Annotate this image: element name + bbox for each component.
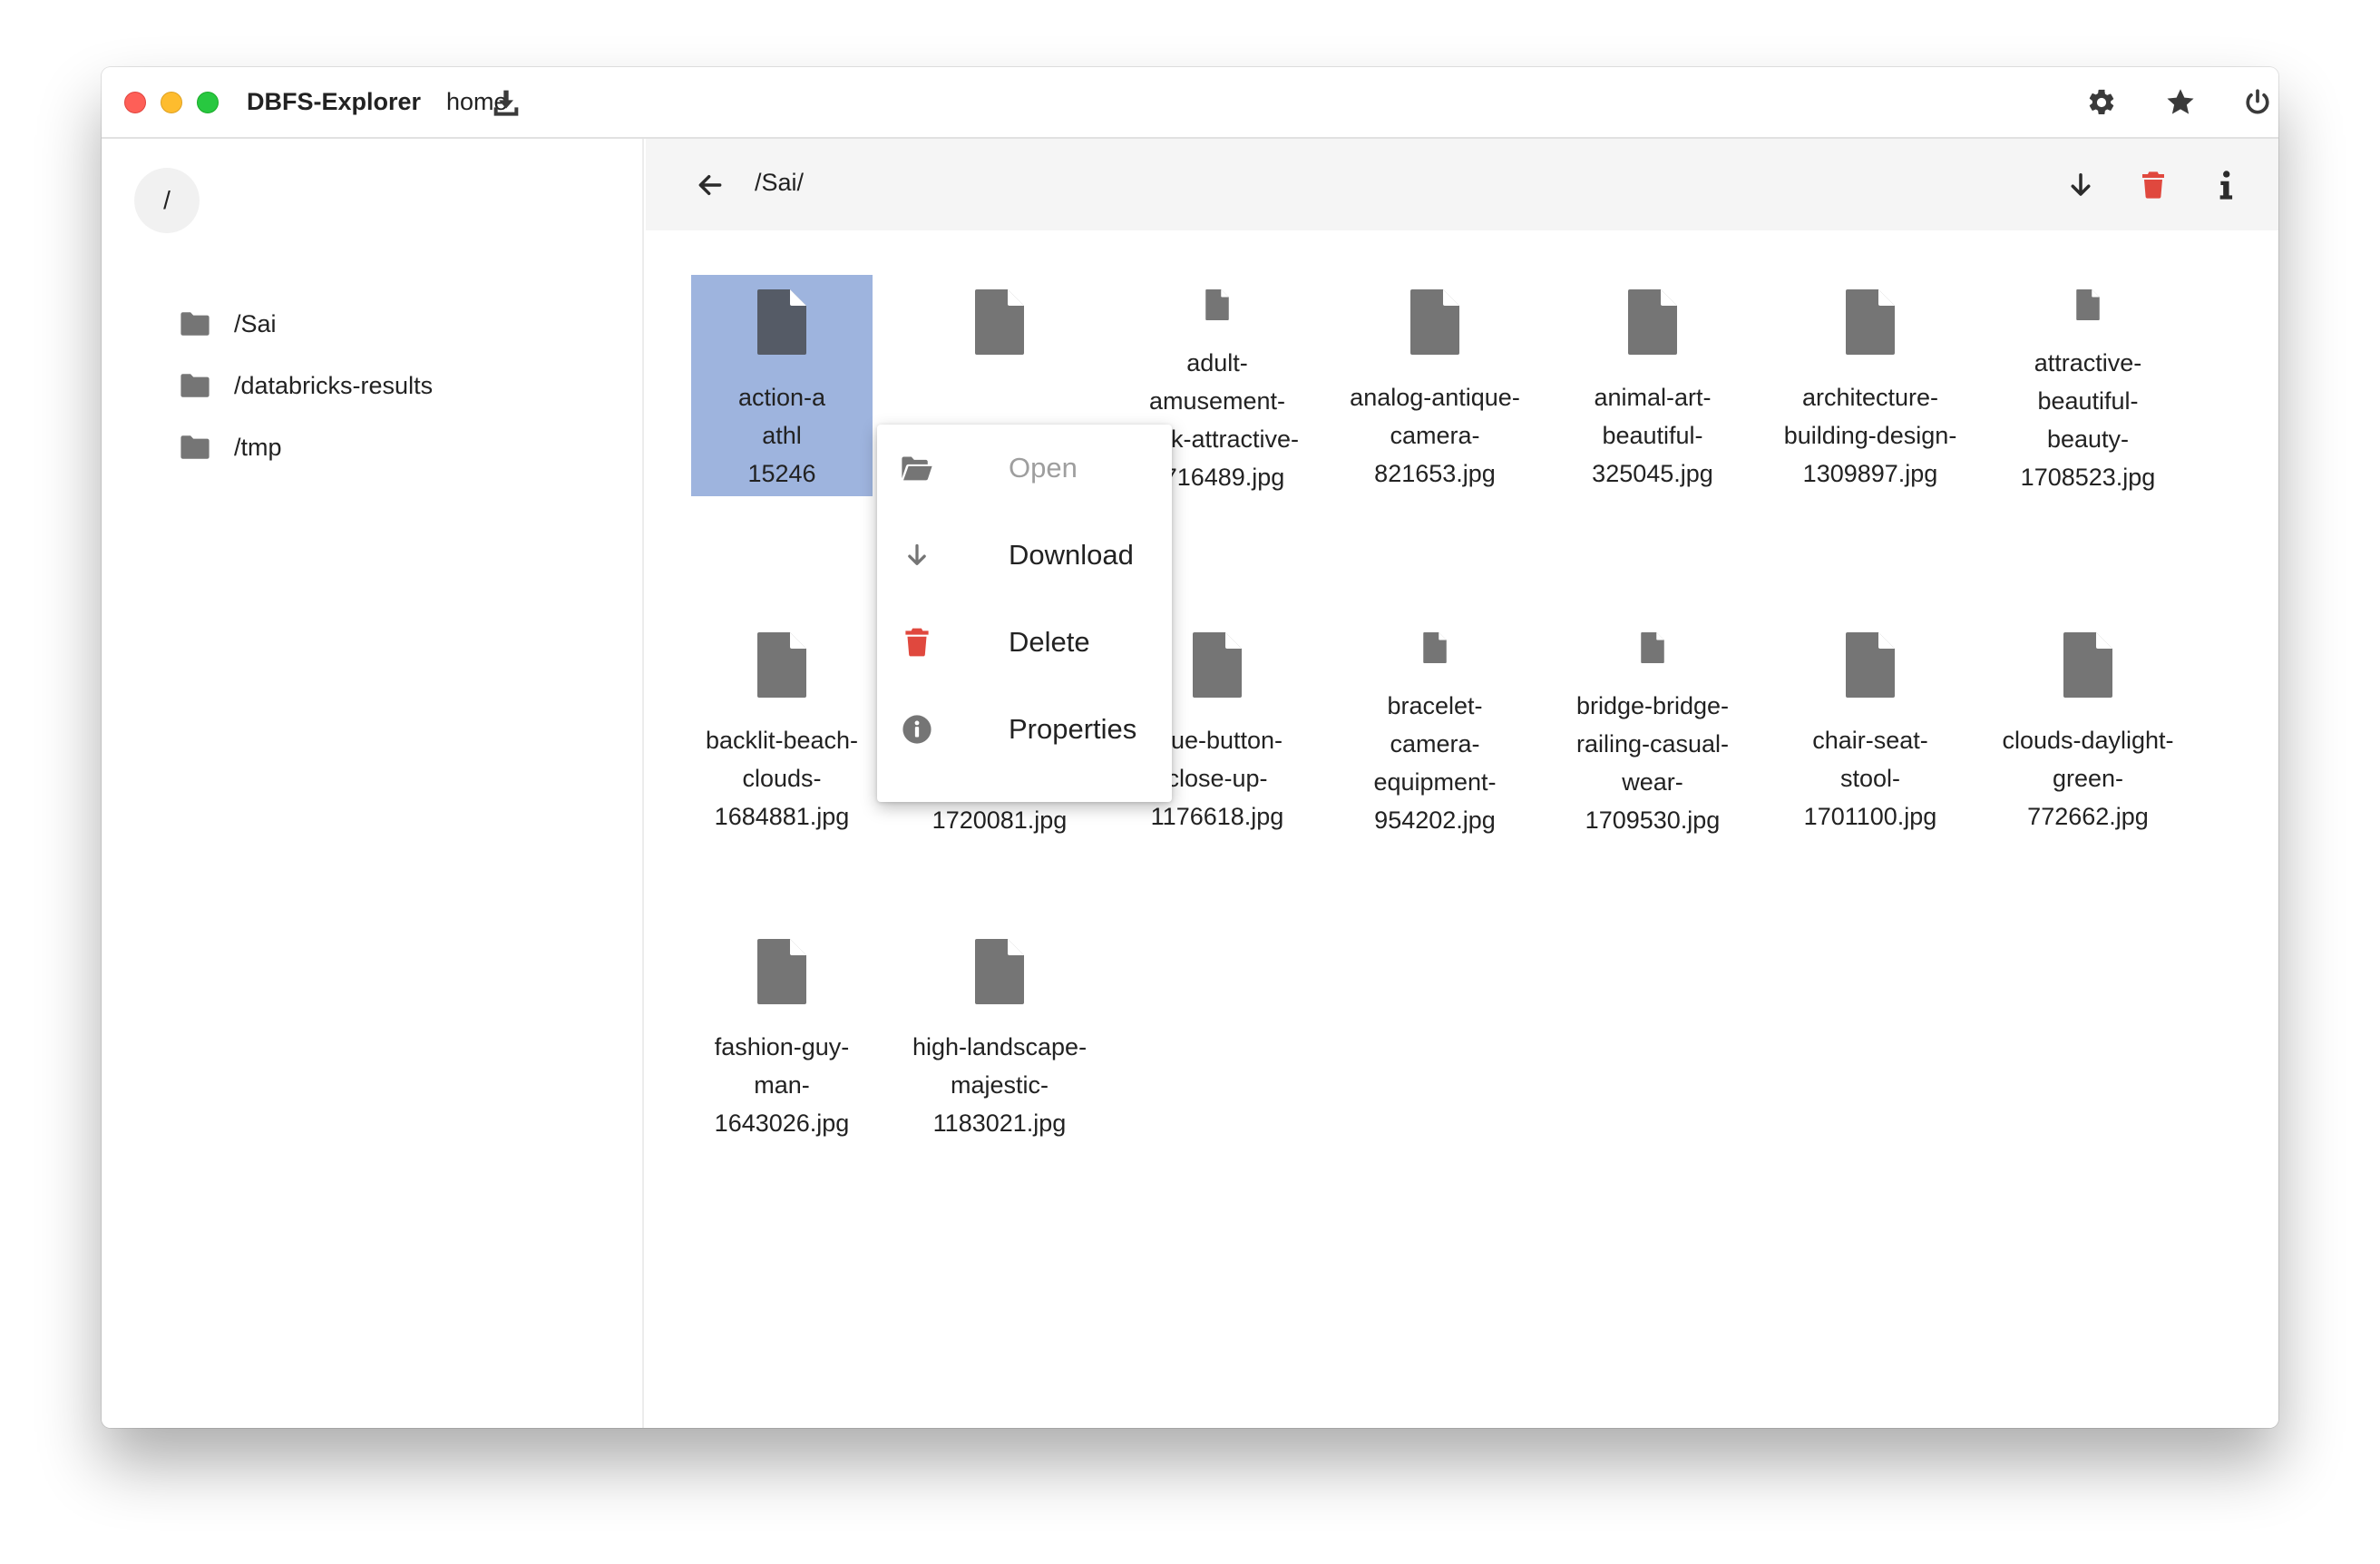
root-folder-button[interactable]: /	[134, 168, 200, 233]
file-item[interactable]: animal-art- beautiful- 325045.jpg	[1562, 275, 1743, 496]
sidebar-item-label: /Sai	[234, 309, 277, 337]
file-name: chair-seat- stool- 1701100.jpg	[1803, 727, 1937, 830]
sidebar-item-sai[interactable]: /Sai	[180, 300, 277, 347]
file-icon	[1205, 289, 1229, 320]
file-item[interactable]: fashion-guy- man- 1643026.jpg	[691, 924, 873, 1146]
file-icon	[757, 939, 806, 1004]
file-item[interactable]: action-a athl 15246	[691, 275, 873, 496]
menu-item-label: Download	[1009, 539, 1134, 571]
menu-item-label: Open	[1009, 452, 1078, 484]
file-icon	[757, 632, 806, 698]
menu-item-label: Properties	[1009, 713, 1137, 745]
minimize-window-button[interactable]	[161, 92, 182, 113]
file-name: animal-art- beautiful- 325045.jpg	[1592, 384, 1713, 487]
file-item[interactable]: backlit-beach- clouds- 1684881.jpg	[691, 618, 873, 839]
file-name: bridge-bridge- railing-casual- wear- 170…	[1575, 692, 1730, 834]
file-item[interactable]: chair-seat- stool- 1701100.jpg	[1780, 618, 1961, 839]
file-name: analog-antique- camera- 821653.jpg	[1350, 384, 1520, 487]
file-item[interactable]: analog-antique- camera- 821653.jpg	[1344, 275, 1526, 496]
star-icon[interactable]	[2161, 83, 2200, 122]
folder-open-icon	[901, 452, 933, 484]
context-menu: Open Download Delete Properties	[877, 425, 1172, 802]
folder-icon	[180, 374, 210, 397]
power-icon[interactable]	[2239, 83, 2277, 122]
file-icon	[2076, 289, 2100, 320]
file-icon	[2063, 632, 2112, 698]
sidebar-item-tmp[interactable]: /tmp	[180, 424, 282, 471]
file-item[interactable]: architecture- building-design- 1309897.j…	[1780, 275, 1961, 496]
file-icon	[1628, 289, 1677, 355]
file-name: fashion-guy- man- 1643026.jpg	[714, 1033, 850, 1137]
download-tray-icon[interactable]	[487, 83, 525, 122]
menu-item-open[interactable]: Open	[877, 425, 1172, 512]
sidebar-item-label: /databricks-results	[234, 371, 434, 399]
file-name: bracelet- camera- equipment- 954202.jpg	[1373, 692, 1497, 834]
file-icon	[757, 289, 806, 355]
app-window: DBFS-Explorer home / /Sai /databricks-re…	[102, 67, 2278, 1428]
file-item[interactable]: bracelet- camera- equipment- 954202.jpg	[1344, 618, 1526, 839]
menu-item-download[interactable]: Download	[877, 512, 1172, 599]
file-item[interactable]: attractive- beautiful- beauty- 1708523.j…	[1997, 275, 2179, 496]
info-circle-icon	[901, 713, 933, 746]
gear-icon[interactable]	[2082, 83, 2121, 122]
trash-icon	[901, 626, 933, 659]
close-window-button[interactable]	[124, 92, 146, 113]
file-icon	[1641, 632, 1664, 663]
file-icon	[975, 939, 1024, 1004]
title-bar: DBFS-Explorer home	[102, 67, 2278, 139]
arrow-down-icon	[901, 539, 933, 572]
sidebar-item-databricks-results[interactable]: /databricks-results	[180, 362, 433, 409]
app-title: DBFS-Explorer	[247, 88, 422, 115]
sidebar-item-label: /tmp	[234, 433, 282, 461]
file-icon	[1846, 289, 1895, 355]
zoom-window-button[interactable]	[197, 92, 219, 113]
file-icon	[1846, 632, 1895, 698]
file-name: high-landscape- majestic- 1183021.jpg	[912, 1033, 1088, 1137]
file-icon	[1193, 632, 1242, 698]
file-item[interactable]: clouds-daylight- green- 772662.jpg	[1997, 618, 2179, 839]
menu-item-delete[interactable]: Delete	[877, 599, 1172, 686]
file-icon	[975, 289, 1024, 355]
menu-item-properties[interactable]: Properties	[877, 686, 1172, 773]
folder-icon	[180, 435, 210, 459]
folder-icon	[180, 312, 210, 336]
file-name: architecture- building-design- 1309897.j…	[1783, 384, 1957, 487]
file-name: attractive- beautiful- beauty- 1708523.j…	[2020, 349, 2156, 491]
file-name: backlit-beach- clouds- 1684881.jpg	[705, 727, 859, 830]
file-icon	[1410, 289, 1459, 355]
sidebar: / /Sai /databricks-results /tmp	[102, 139, 644, 1428]
file-name: action-a athl 15246	[737, 384, 826, 487]
menu-item-label: Delete	[1009, 626, 1090, 658]
file-browser: /Sai/ action-a athl 15246 adult- amuseme…	[646, 139, 2278, 1428]
file-item[interactable]: bridge-bridge- railing-casual- wear- 170…	[1562, 618, 1743, 839]
file-item[interactable]: high-landscape- majestic- 1183021.jpg	[909, 924, 1090, 1146]
file-icon	[1423, 632, 1447, 663]
file-name: clouds-daylight- green- 772662.jpg	[2002, 727, 2174, 830]
